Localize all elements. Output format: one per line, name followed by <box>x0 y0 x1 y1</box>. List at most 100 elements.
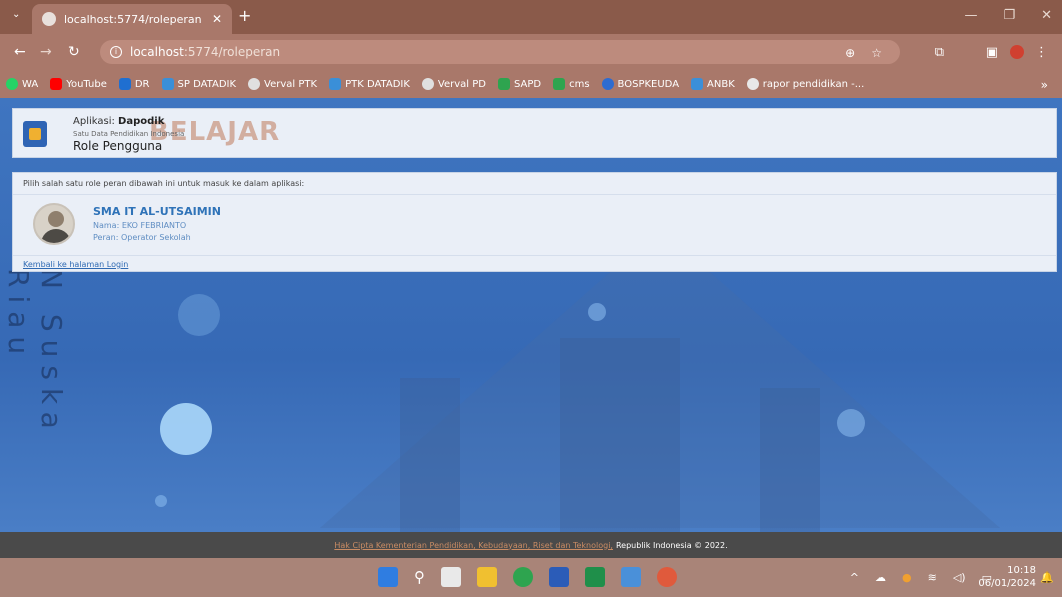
windows-start-icon[interactable] <box>378 567 398 587</box>
role-school-link[interactable]: SMA IT AL-UTSAIMIN <box>93 205 221 218</box>
bookmark-star-icon[interactable]: ☆ <box>871 46 882 60</box>
sidepanel-icon[interactable]: ▣ <box>986 45 998 60</box>
pen-app-icon[interactable] <box>621 567 641 587</box>
clock-time: 10:18 <box>1007 565 1036 576</box>
browser-tabbar: ⌄ localhost:5774/roleperan ✕ + — ❐ ✕ <box>0 0 1062 34</box>
chevron-up-icon[interactable]: ^ <box>850 571 859 584</box>
divider <box>13 255 1056 256</box>
dapodik-logo <box>23 121 47 147</box>
sapd-icon <box>497 78 510 90</box>
globe-icon <box>421 78 434 90</box>
minimize-icon[interactable]: — <box>964 8 977 23</box>
page-footer: Hak Cipta Kementerian Pendidikan, Kebuda… <box>0 532 1062 558</box>
dr-icon <box>118 78 131 90</box>
excel-icon[interactable] <box>585 567 605 587</box>
bookmark-dr[interactable]: DR <box>118 78 150 90</box>
bookmark-sapd[interactable]: SAPD <box>497 78 541 90</box>
role-user-name: Nama: EKO FEBRIANTO <box>93 221 187 230</box>
url-host: localhost <box>130 45 184 59</box>
windows-taskbar: ⚲ ^ ☁ ● ≋ ◁) ▭ 10:18 06/01/2024 🔔 <box>0 558 1062 597</box>
bookmarks-bar: WA YouTube DR SP DATADIK Verval PTK PTK … <box>0 70 1062 98</box>
notification-bell-icon[interactable]: 🔔 <box>1040 571 1054 584</box>
google-icon <box>746 78 759 90</box>
cloud-icon[interactable]: ☁ <box>875 571 886 584</box>
file-explorer-icon[interactable] <box>477 567 497 587</box>
app-header: BELAJAR Aplikasi: Dapodik Satu Data Pend… <box>12 108 1057 158</box>
globe-icon <box>248 78 261 90</box>
close-tab-icon[interactable]: ✕ <box>212 12 222 26</box>
address-toolbar: ← → ↻ i localhost:5774/roleperan ⊕ ☆ ⧉ ▣… <box>0 34 1062 70</box>
url-path: :5774/roleperan <box>183 45 281 59</box>
anbk-icon <box>691 78 704 90</box>
bookmark-cms[interactable]: cms <box>553 78 590 90</box>
task-view-icon[interactable] <box>441 567 461 587</box>
copyright-text: Republik Indonesia © 2022. <box>615 540 728 550</box>
page-content: N Suska Riau BELAJAR Aplikasi: Dapodik S… <box>0 98 1062 532</box>
profile-avatar[interactable] <box>1010 45 1024 59</box>
bookmark-anbk[interactable]: ANBK <box>691 78 735 90</box>
bookmark-bospkeuda[interactable]: BOSPKEUDA <box>601 78 679 90</box>
window-controls: — ❐ ✕ <box>964 8 1052 23</box>
copyright-link[interactable]: Hak Cipta Kementerian Pendidikan, Kebuda… <box>334 541 613 550</box>
page-title: Role Pengguna <box>73 139 163 153</box>
tab-search-icon[interactable]: ⌄ <box>12 9 20 20</box>
back-icon[interactable]: ← <box>14 44 26 60</box>
background-shape <box>560 338 680 532</box>
url-field[interactable]: i localhost:5774/roleperan <box>100 40 900 64</box>
background-bubble <box>160 403 212 455</box>
chrome-profile-icon[interactable] <box>657 567 677 587</box>
app-subtitle: Satu Data Pendidikan Indonesia <box>73 130 185 138</box>
new-tab-icon[interactable]: + <box>238 6 251 25</box>
bookmark-wa[interactable]: WA <box>6 78 38 90</box>
role-user-role: Peran: Operator Sekolah <box>93 233 191 242</box>
back-to-login-link[interactable]: Kembali ke halaman Login <box>23 260 128 269</box>
bookmark-rapor[interactable]: rapor pendidikan -... <box>746 78 864 90</box>
bookmark-sp-datadik[interactable]: SP DATADIK <box>161 78 236 90</box>
tab-title: localhost:5774/roleperan <box>64 12 202 26</box>
whatsapp-icon <box>6 78 18 90</box>
volume-icon[interactable]: ◁) <box>953 571 966 584</box>
background-bubble <box>837 409 865 437</box>
bookmark-verval-ptk[interactable]: Verval PTK <box>248 78 317 90</box>
role-panel: Pilih salah satu role peran dibawah ini … <box>12 172 1057 272</box>
app-name-line: Aplikasi: Dapodik <box>73 116 165 127</box>
background-bubble <box>588 303 606 321</box>
word-icon[interactable] <box>549 567 569 587</box>
datadik-icon <box>161 78 174 90</box>
role-instruction: Pilih salah satu role peran dibawah ini … <box>23 179 305 188</box>
url-actions: ⊕ ☆ <box>845 46 882 60</box>
bookmark-verval-pd[interactable]: Verval PD <box>421 78 486 90</box>
user-avatar[interactable] <box>33 203 75 245</box>
background-bubble <box>155 495 167 507</box>
app-name: Dapodik <box>118 116 165 127</box>
divider <box>13 194 1056 195</box>
home-icon <box>553 78 566 90</box>
zoom-icon[interactable]: ⊕ <box>845 46 855 60</box>
favicon-icon <box>42 12 56 26</box>
system-clock[interactable]: 10:18 06/01/2024 <box>978 564 1036 590</box>
background-bubble <box>178 294 220 336</box>
bos-icon <box>601 78 614 90</box>
clock-date: 06/01/2024 <box>978 578 1036 589</box>
side-watermark: N Suska Riau <box>2 268 68 437</box>
bookmark-ptk-datadik[interactable]: PTK DATADIK <box>329 78 410 90</box>
close-window-icon[interactable]: ✕ <box>1041 8 1052 23</box>
browser-tab[interactable]: localhost:5774/roleperan ✕ <box>32 4 232 34</box>
notification-dot-icon[interactable]: ● <box>902 571 912 584</box>
site-info-icon[interactable]: i <box>110 46 122 58</box>
wifi-icon[interactable]: ≋ <box>928 571 937 584</box>
background-shape <box>400 378 460 532</box>
forward-icon[interactable]: → <box>40 44 52 60</box>
extensions-icon[interactable]: ⧉ <box>935 45 944 60</box>
background-shape <box>760 388 820 532</box>
youtube-icon <box>50 78 63 90</box>
bookmarks-overflow-icon[interactable]: » <box>1041 78 1048 92</box>
taskbar-apps: ⚲ <box>378 567 677 587</box>
restore-icon[interactable]: ❐ <box>1003 8 1015 23</box>
search-icon[interactable]: ⚲ <box>414 568 425 586</box>
menu-kebab-icon[interactable]: ⋮ <box>1035 45 1048 60</box>
reload-icon[interactable]: ↻ <box>68 44 80 60</box>
bookmark-youtube[interactable]: YouTube <box>50 78 107 90</box>
chrome-icon[interactable] <box>513 567 533 587</box>
datadik-icon <box>329 78 342 90</box>
